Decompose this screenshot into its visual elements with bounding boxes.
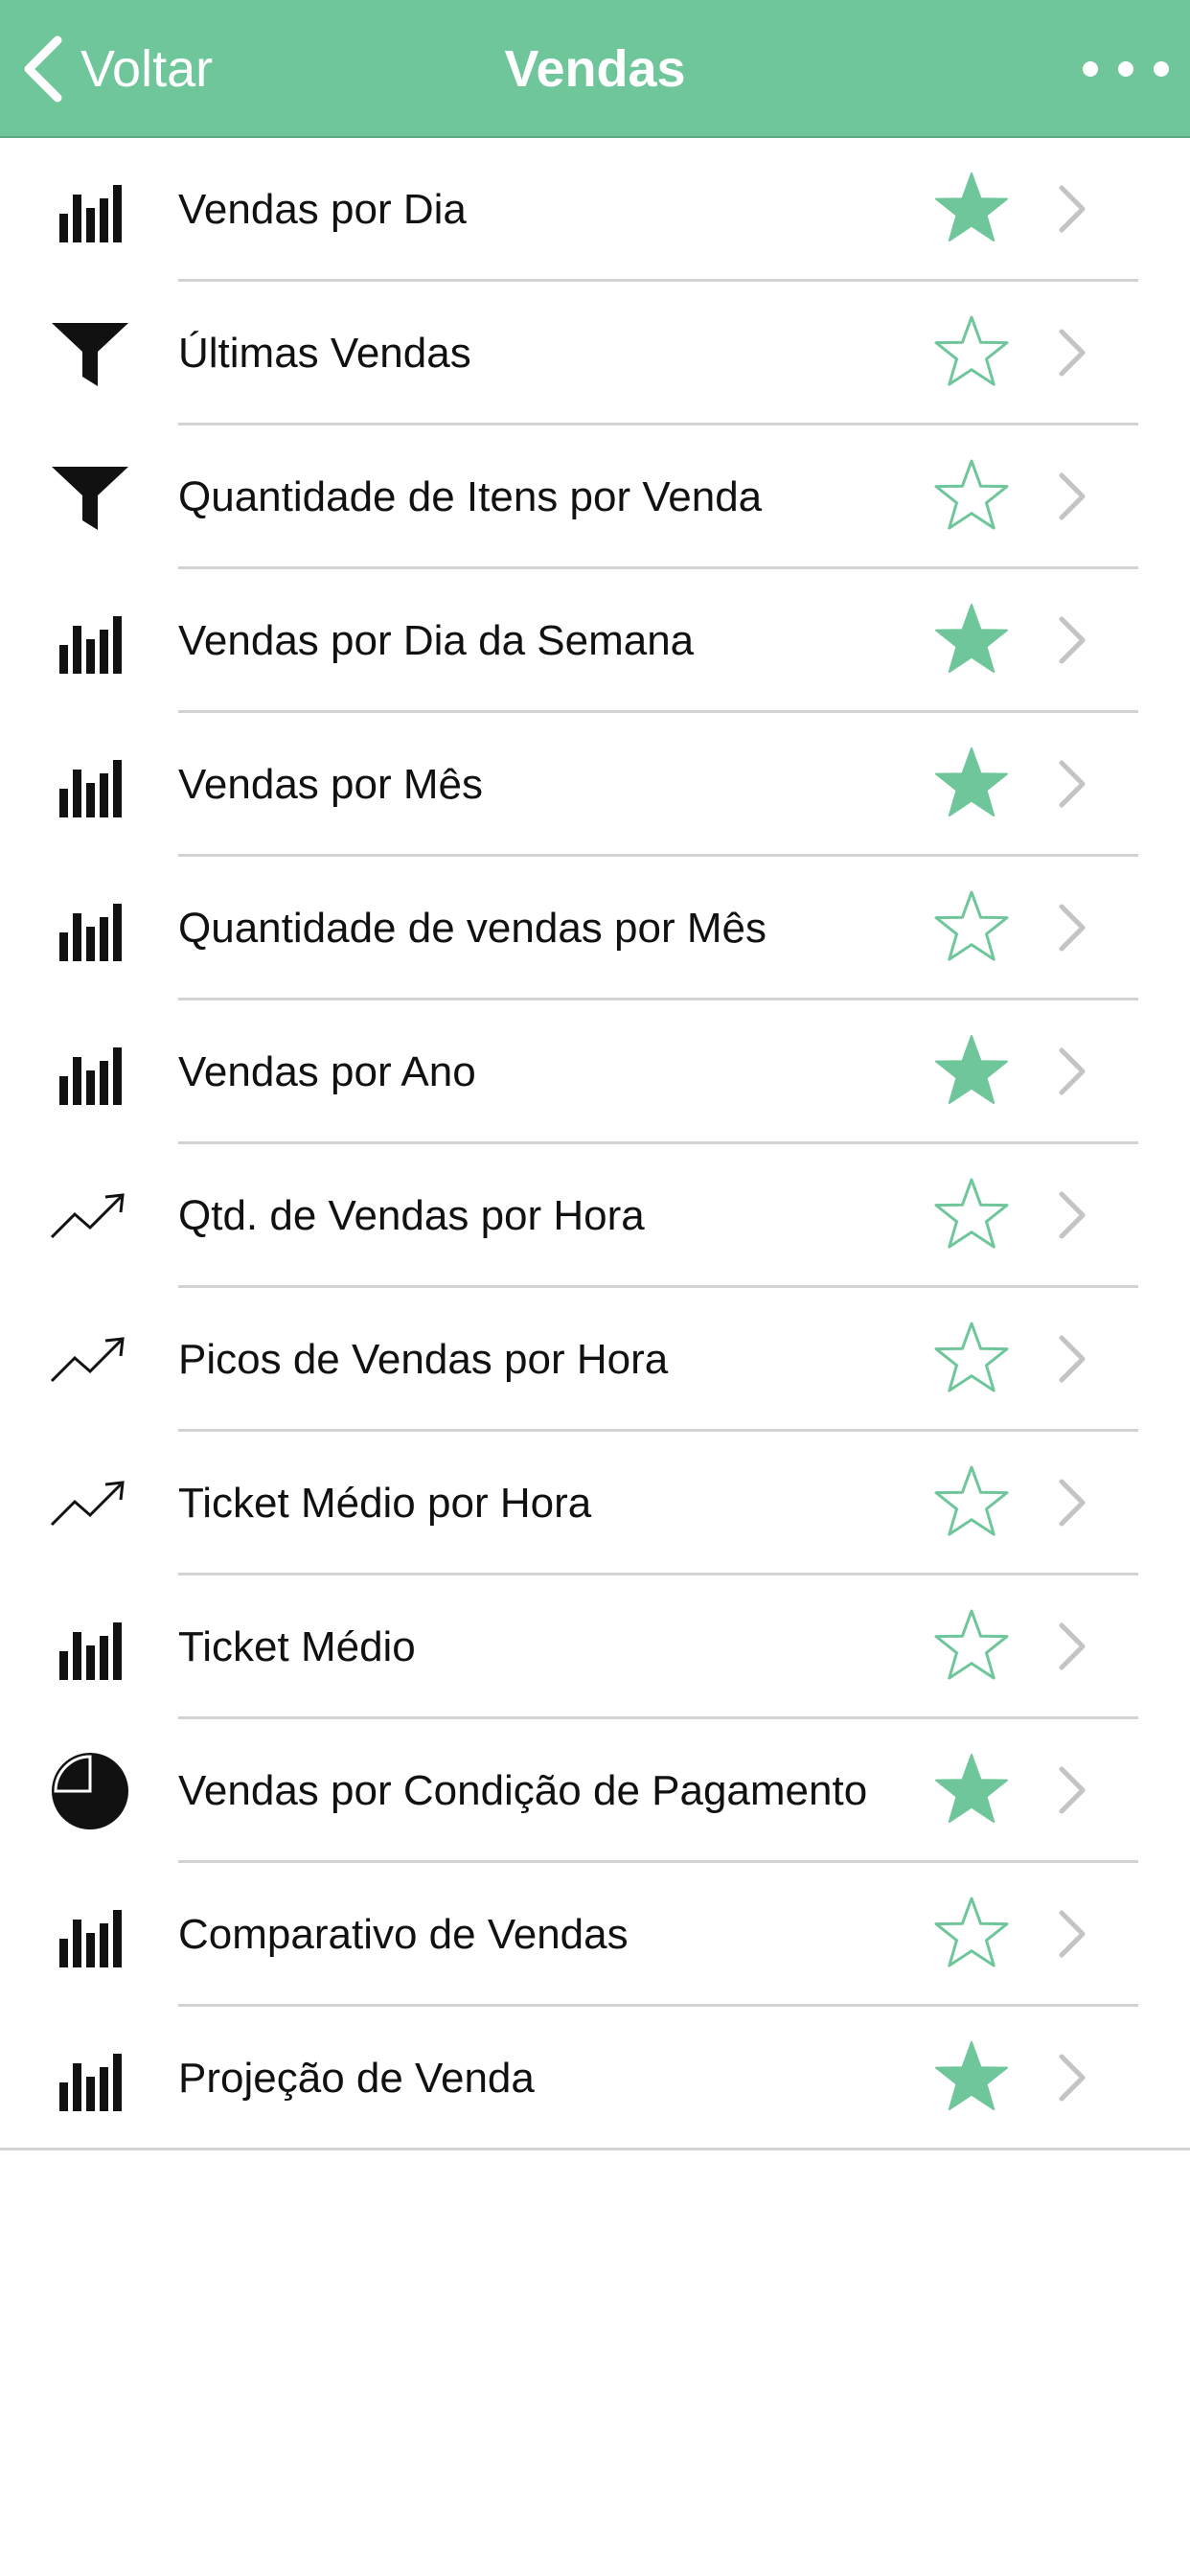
star-outline-icon[interactable] — [931, 458, 1012, 535]
chevron-right-icon — [1054, 757, 1088, 811]
chevron-right-icon — [1054, 901, 1088, 954]
bar-chart-icon — [50, 601, 130, 681]
nav-header: Voltar Vendas — [0, 0, 1190, 138]
funnel-icon — [50, 313, 130, 394]
bar-chart-icon — [50, 1607, 130, 1688]
list-item[interactable]: Vendas por Mês — [0, 713, 1190, 857]
back-button[interactable]: Voltar — [21, 29, 213, 109]
back-label: Voltar — [80, 40, 214, 98]
list-item-label: Picos de Vendas por Hora — [178, 1336, 669, 1383]
list-item[interactable]: Vendas por Condição de Pagamento — [0, 1719, 1190, 1863]
chevron-right-icon — [1054, 1188, 1088, 1242]
list-item-label: Comparativo de Vendas — [178, 1911, 629, 1958]
chevron-right-icon — [1054, 326, 1088, 380]
list-item[interactable]: Vendas por Dia — [0, 138, 1190, 282]
list-item-label: Vendas por Mês — [178, 761, 483, 808]
bar-chart-icon — [50, 888, 130, 969]
star-outline-icon[interactable] — [931, 1177, 1012, 1254]
list-item[interactable]: Ticket Médio por Hora — [0, 1432, 1190, 1576]
chevron-right-icon — [1054, 1476, 1088, 1530]
bar-chart-icon — [50, 1032, 130, 1113]
list-item[interactable]: Quantidade de vendas por Mês — [0, 857, 1190, 1000]
list-item-label: Últimas Vendas — [178, 330, 471, 377]
chevron-right-icon — [1054, 1620, 1088, 1673]
star-outline-icon[interactable] — [931, 314, 1012, 391]
star-filled-icon[interactable] — [931, 746, 1012, 822]
bar-chart-icon — [50, 170, 130, 250]
trend-line-icon — [50, 1176, 130, 1256]
star-filled-icon[interactable] — [931, 1033, 1012, 1110]
list-item[interactable]: Vendas por Dia da Semana — [0, 569, 1190, 713]
star-filled-icon[interactable] — [931, 171, 1012, 247]
bar-chart-icon — [50, 1895, 130, 1975]
list-item-label: Projeção de Venda — [178, 2055, 535, 2102]
list-item-label: Quantidade de vendas por Mês — [178, 905, 767, 952]
star-outline-icon[interactable] — [931, 889, 1012, 966]
list-item-label: Vendas por Dia da Semana — [178, 617, 695, 664]
chevron-right-icon — [1054, 470, 1088, 523]
star-filled-icon[interactable] — [931, 602, 1012, 678]
list-item-label: Quantidade de Itens por Venda — [178, 473, 763, 520]
list-item-label: Vendas por Ano — [178, 1048, 476, 1095]
list-item-label: Ticket Médio — [178, 1623, 416, 1670]
chevron-right-icon — [1054, 1907, 1088, 1961]
list-item[interactable]: Qtd. de Vendas por Hora — [0, 1144, 1190, 1288]
funnel-icon — [50, 457, 130, 538]
list-item-label: Vendas por Dia — [178, 186, 467, 233]
more-dot-icon — [1154, 61, 1169, 77]
star-outline-icon[interactable] — [931, 1321, 1012, 1397]
trend-line-icon — [50, 1463, 130, 1544]
bar-chart-icon — [50, 745, 130, 825]
more-options-button[interactable] — [1083, 42, 1169, 96]
list-item-label: Vendas por Condição de Pagamento — [178, 1767, 868, 1814]
chevron-right-icon — [1054, 613, 1088, 667]
list-item[interactable]: Vendas por Ano — [0, 1000, 1190, 1144]
chevron-right-icon — [1054, 1045, 1088, 1098]
trend-line-icon — [50, 1320, 130, 1400]
chevron-right-icon — [1054, 1332, 1088, 1386]
list-item[interactable]: Picos de Vendas por Hora — [0, 1288, 1190, 1432]
list-item[interactable]: Últimas Vendas — [0, 282, 1190, 426]
star-outline-icon[interactable] — [931, 1896, 1012, 1972]
more-dot-icon — [1083, 61, 1098, 77]
list-item[interactable]: Ticket Médio — [0, 1576, 1190, 1719]
chevron-left-icon — [24, 35, 62, 103]
chevron-right-icon — [1054, 1763, 1088, 1817]
divider — [0, 2148, 1190, 2150]
list-item-label: Qtd. de Vendas por Hora — [178, 1192, 645, 1239]
star-filled-icon[interactable] — [931, 1752, 1012, 1828]
bar-chart-icon — [50, 2038, 130, 2119]
list-item[interactable]: Quantidade de Itens por Venda — [0, 426, 1190, 569]
report-list: Vendas por Dia Últimas Vendas Quantidade d… — [0, 138, 1190, 2150]
more-dot-icon — [1118, 61, 1133, 77]
star-filled-icon[interactable] — [931, 2039, 1012, 2116]
star-outline-icon[interactable] — [931, 1608, 1012, 1685]
list-item[interactable]: Projeção de Venda — [0, 2007, 1190, 2150]
chevron-right-icon — [1054, 2051, 1088, 2104]
star-outline-icon[interactable] — [931, 1464, 1012, 1541]
list-item-label: Ticket Médio por Hora — [178, 1480, 592, 1527]
chevron-right-icon — [1054, 182, 1088, 236]
pie-chart-icon — [50, 1751, 130, 1831]
list-item[interactable]: Comparativo de Vendas — [0, 1863, 1190, 2007]
